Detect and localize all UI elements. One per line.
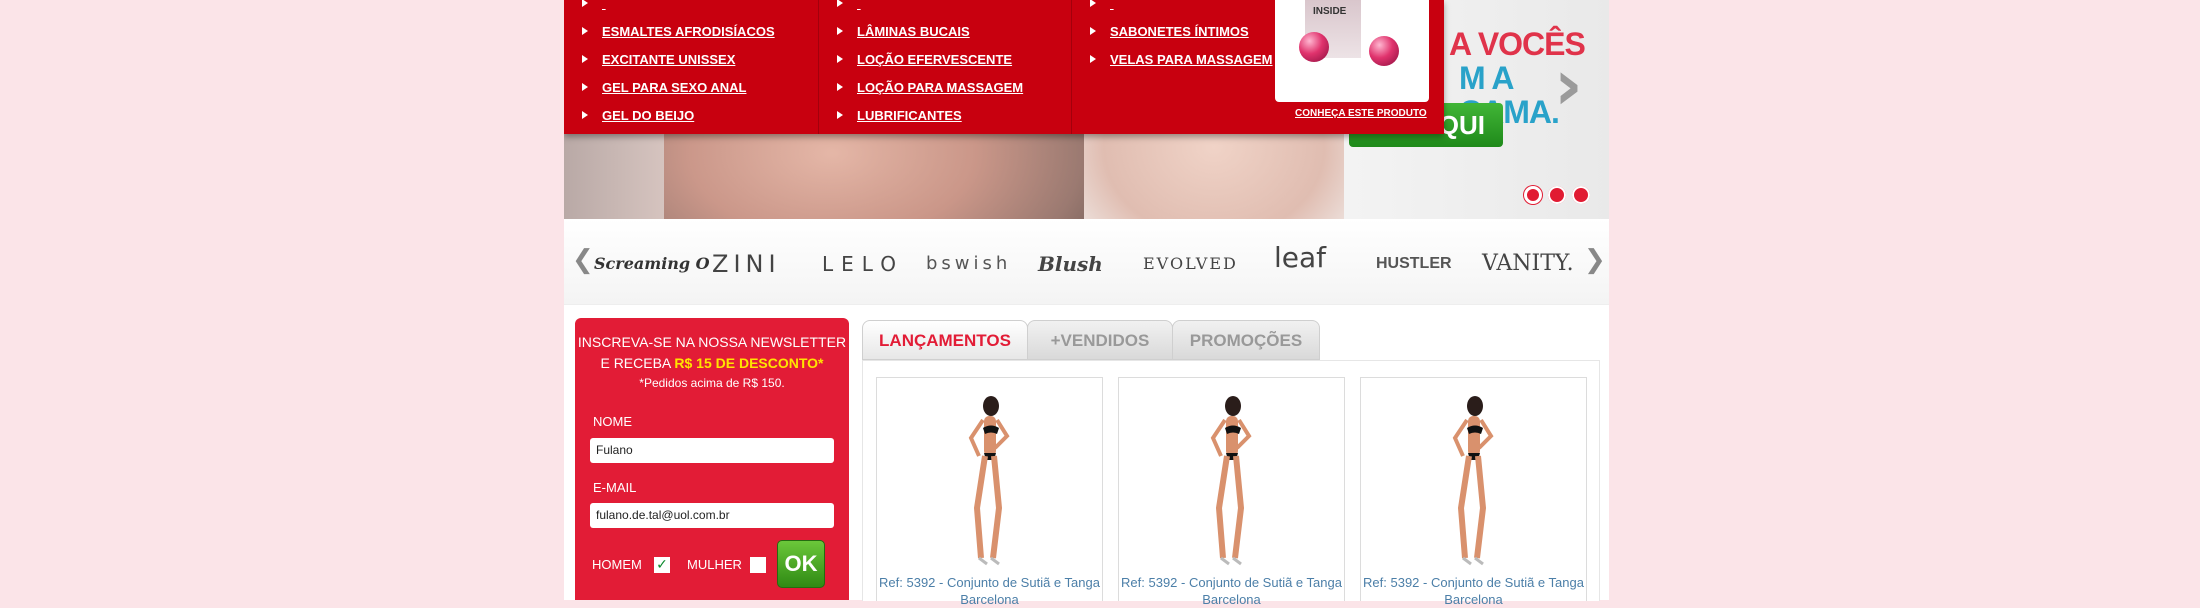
product-card[interactable]: Ref: 5392 - Conjunto de Sutiã e Tanga Ba… — [1118, 377, 1345, 607]
brand-logo-zini[interactable]: ZINI — [712, 249, 781, 279]
menu-item[interactable]: LOÇÃO EFERVESCENTE — [837, 46, 1023, 74]
triangle-right-icon — [582, 27, 588, 35]
menu-item[interactable]: GEL PARA SEXO ANAL — [582, 74, 775, 102]
menu-item[interactable]: LOÇÃO PARA MASSAGEM — [837, 74, 1023, 102]
featured-product-link[interactable]: CONHEÇA ESTE PRODUTO — [1295, 108, 1427, 119]
newsletter-title: INSCREVA-SE NA NOSSA NEWSLETTER E RECEBA… — [575, 332, 849, 392]
triangle-right-icon — [582, 111, 588, 119]
category-dropdown-menu: ESMALTES AFRODISÍACOS EXCITANTE UNISSEX … — [564, 0, 1444, 134]
gender-male-label: HOMEM — [592, 557, 642, 572]
gender-male-checkbox[interactable]: ✓ — [654, 557, 670, 573]
tab-lancamentos[interactable]: LANÇAMENTOS — [862, 320, 1028, 360]
hero-banner[interactable]: A VOCÊS M A CAMA. › AQUI ESMALTES AFRODI… — [564, 0, 1609, 219]
menu-item-partial[interactable] — [837, 0, 1023, 18]
product-ball-image — [1369, 36, 1399, 66]
product-caption[interactable]: Ref: 5392 - Conjunto de Sutiã e Tanga Ba… — [1119, 574, 1344, 608]
product-image — [968, 396, 1010, 566]
menu-item[interactable]: EXCITANTE UNISSEX — [582, 46, 775, 74]
chevron-right-icon[interactable]: ❯ — [1584, 245, 1606, 275]
newsletter-title-line2: E RECEBA — [600, 355, 671, 371]
gender-female-checkbox[interactable] — [750, 557, 766, 573]
triangle-right-icon — [582, 55, 588, 63]
triangle-right-icon — [837, 111, 843, 119]
brand-logo-evolved[interactable]: EVOLVED — [1143, 249, 1238, 279]
triangle-right-icon — [837, 27, 843, 35]
brand-logo-screaming-o[interactable]: Screaming O — [594, 249, 710, 279]
menu-featured-product[interactable]: INSIDE — [1275, 0, 1429, 102]
menu-item[interactable]: LÂMINAS BUCAIS — [837, 18, 1023, 46]
product-ball-image — [1299, 32, 1329, 62]
menu-column-2: LÂMINAS BUCAIS LOÇÃO EFERVESCENTE LOÇÃO … — [819, 0, 1072, 134]
email-label: E-MAIL — [593, 480, 637, 495]
triangle-right-icon — [1090, 27, 1096, 35]
menu-item[interactable]: VELAS PARA MASSAGEM — [1090, 46, 1273, 74]
page: A VOCÊS M A CAMA. › AQUI ESMALTES AFRODI… — [564, 0, 1609, 607]
brand-logo-lelo[interactable]: LELO — [822, 249, 904, 279]
brand-logo-leaf[interactable]: leaf — [1274, 243, 1326, 273]
product-caption[interactable]: Ref: 5392 - Conjunto de Sutiã e Tanga Ba… — [877, 574, 1102, 608]
product-image — [1210, 396, 1252, 566]
slider-dot-3[interactable] — [1572, 186, 1590, 204]
triangle-right-icon — [582, 83, 588, 91]
gender-female-label: MULHER — [687, 557, 742, 572]
menu-item-partial[interactable] — [582, 0, 775, 18]
slider-dot-1[interactable] — [1524, 186, 1542, 204]
product-caption[interactable]: Ref: 5392 - Conjunto de Sutiã e Tanga Ba… — [1361, 574, 1586, 608]
menu-column-1: ESMALTES AFRODISÍACOS EXCITANTE UNISSEX … — [564, 0, 819, 134]
slider-dots — [1524, 186, 1590, 204]
menu-item[interactable]: ESMALTES AFRODISÍACOS — [582, 18, 775, 46]
tab-mais-vendidos[interactable]: +VENDIDOS — [1027, 320, 1173, 360]
menu-item-partial[interactable] — [1090, 0, 1273, 18]
newsletter-title-line1: INSCREVA-SE NA NOSSA NEWSLETTER — [577, 334, 847, 350]
name-field[interactable]: Fulano — [590, 438, 834, 463]
triangle-right-icon — [837, 83, 843, 91]
slider-dot-2[interactable] — [1548, 186, 1566, 204]
chevron-left-icon[interactable]: ❮ — [572, 245, 594, 275]
brand-logo-vanity[interactable]: VANITY. — [1482, 249, 1574, 279]
menu-item[interactable]: SABONETES ÍNTIMOS — [1090, 18, 1273, 46]
triangle-right-icon — [837, 55, 843, 63]
product-grid: Ref: 5392 - Conjunto de Sutiã e Tanga Ba… — [862, 360, 1600, 607]
email-field[interactable]: fulano.de.tal@uol.com.br — [590, 503, 834, 528]
menu-item[interactable]: LUBRIFICANTES — [837, 102, 1023, 130]
name-label: NOME — [593, 414, 632, 429]
brand-logo-bswish[interactable]: bswish — [926, 249, 1011, 279]
menu-item[interactable]: GEL DO BEIJO — [582, 102, 775, 130]
product-card[interactable]: Ref: 5392 - Conjunto de Sutiã e Tanga Ba… — [876, 377, 1103, 607]
tab-promocoes[interactable]: PROMOÇÕES — [1172, 320, 1320, 360]
chevron-right-icon[interactable]: › — [1554, 50, 1594, 120]
product-card[interactable]: Ref: 5392 - Conjunto de Sutiã e Tanga Ba… — [1360, 377, 1587, 607]
brand-logo-blush[interactable]: Blush — [1038, 249, 1103, 279]
product-image — [1452, 396, 1494, 566]
brands-carousel: ❮ Screaming O ZINI LELO bswish Blush EVO… — [564, 219, 1609, 305]
newsletter-discount: R$ 15 DE DESCONTO* — [674, 355, 824, 371]
product-box-label: INSIDE — [1313, 6, 1347, 17]
brand-logo-hustler[interactable]: HUSTLER — [1376, 249, 1452, 279]
newsletter-note: *Pedidos acima de R$ 150. — [639, 376, 785, 390]
newsletter-submit-button[interactable]: OK — [777, 540, 825, 588]
triangle-right-icon — [1090, 55, 1096, 63]
